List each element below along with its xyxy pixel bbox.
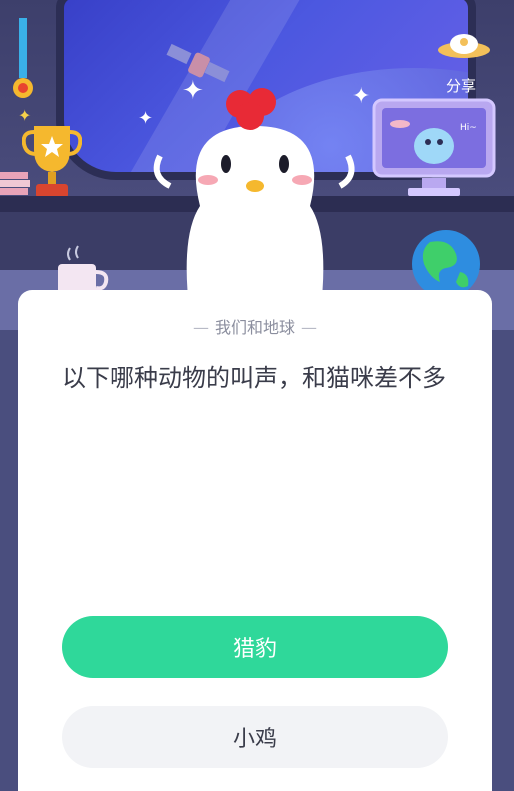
divider-left: — [192,318,209,337]
svg-text:Hi~: Hi~ [460,123,477,133]
answer-option-label[interactable]: 小鸡 [233,721,277,753]
books-icon [0,172,30,195]
ufo-share-icon[interactable] [436,28,492,68]
chicken-mascot [153,88,355,316]
category-label: 我们和地球 [214,318,295,337]
trophy-icon [22,126,82,198]
question-text: 以下哪种动物的叫声，和猫咪差不多 [62,364,446,392]
quiz-page: ✦ ✦ ✦ ✦ Hi~ 分享 — 我们和地球 — 以下哪种动物的叫声，和猫咪差不… [0,0,514,791]
header-scene: ✦ ✦ ✦ ✦ Hi~ 分享 [0,0,514,330]
question-card: — 我们和地球 — 以下哪种动物的叫声，和猫咪差不多 猎豹 小鸡 [18,290,492,791]
answer-option-2[interactable]: 小鸡 [62,706,448,768]
share-label[interactable]: 分享 [446,75,476,96]
medal-icon [13,18,33,98]
answer-option-1[interactable]: 猎豹 [62,616,448,678]
answer-option-label[interactable]: 猎豹 [233,631,277,663]
monitor-icon: Hi~ [372,98,496,196]
divider-right: — [301,318,317,337]
category-title: — 我们和地球 — [18,314,492,338]
